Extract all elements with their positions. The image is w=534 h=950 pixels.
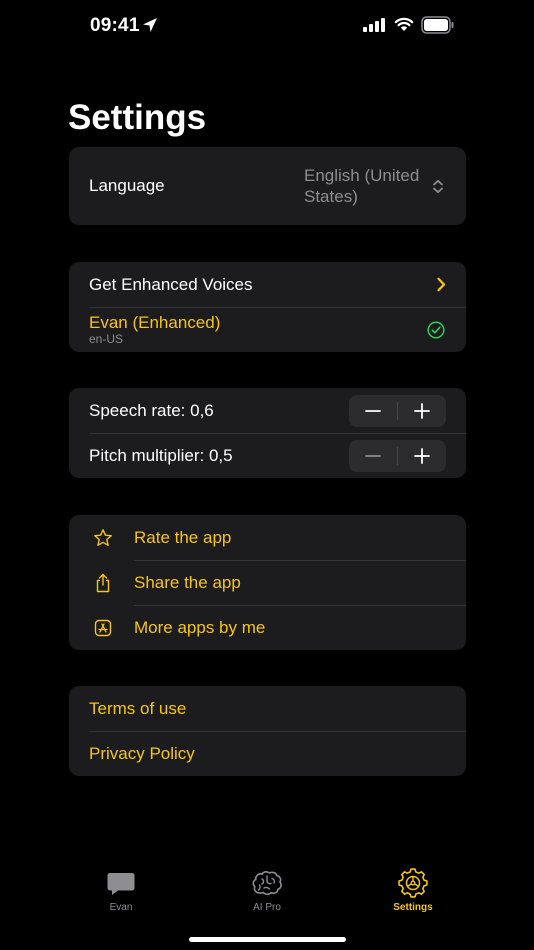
wifi-icon xyxy=(394,17,414,31)
gear-icon xyxy=(398,868,428,898)
get-enhanced-voices-label: Get Enhanced Voices xyxy=(89,274,253,294)
privacy-policy-link[interactable]: Privacy Policy xyxy=(89,744,195,764)
get-enhanced-voices-row[interactable]: Get Enhanced Voices xyxy=(69,262,466,307)
cellular-signal-icon xyxy=(363,18,385,32)
app-store-icon xyxy=(94,619,112,637)
language-label: Language xyxy=(89,176,165,195)
speech-rate-increment-button[interactable] xyxy=(398,395,446,427)
voice-locale: en-US xyxy=(89,332,124,346)
chevron-up-down-icon xyxy=(433,179,443,194)
language-group: Language English (United States) xyxy=(69,147,466,225)
battery-icon xyxy=(421,16,454,34)
speech-rate-row: Speech rate: 0,6 xyxy=(69,388,466,433)
chevron-right-icon xyxy=(437,277,446,292)
pitch-increment-button[interactable] xyxy=(398,440,446,472)
language-value: English (United States) xyxy=(304,166,420,206)
speech-rate-label: Speech rate: 0,6 xyxy=(89,400,214,420)
minus-icon xyxy=(365,410,381,412)
status-bar: 09:41 xyxy=(0,0,534,54)
more-apps-label: More apps by me xyxy=(134,617,266,637)
tab-label: AI Pro xyxy=(253,902,281,913)
pitch-multiplier-row: Pitch multiplier: 0,5 xyxy=(69,433,466,478)
pitch-multiplier-label: Pitch multiplier: 0,5 xyxy=(89,445,233,465)
rate-app-row[interactable]: Rate the app xyxy=(69,515,466,560)
actions-group: Rate the app Share the app More apps by … xyxy=(69,515,466,650)
tab-label: Evan xyxy=(109,902,133,913)
voices-group: Get Enhanced Voices Evan (Enhanced) en-U… xyxy=(69,262,466,352)
terms-of-use-row[interactable]: Terms of use xyxy=(69,686,466,731)
tab-label: Settings xyxy=(393,902,433,913)
page-title: Settings xyxy=(68,98,207,137)
home-indicator xyxy=(189,937,346,942)
tab-settings[interactable]: Settings xyxy=(368,868,458,913)
location-arrow-icon xyxy=(143,18,157,32)
tab-ai-pro[interactable]: AI Pro xyxy=(222,868,312,913)
pitch-multiplier-stepper xyxy=(349,440,446,472)
star-icon xyxy=(94,529,112,546)
brain-icon xyxy=(252,870,282,896)
selected-voice-row[interactable]: Evan (Enhanced) en-US xyxy=(69,307,466,352)
legal-group: Terms of use Privacy Policy xyxy=(69,686,466,776)
more-apps-row[interactable]: More apps by me xyxy=(69,605,466,650)
share-app-label: Share the app xyxy=(134,572,241,592)
tab-evan[interactable]: Evan xyxy=(76,868,166,913)
language-picker[interactable]: Language English (United States) xyxy=(69,147,466,225)
speech-rate-decrement-button[interactable] xyxy=(349,395,397,427)
speech-group: Speech rate: 0,6 Pitch multiplier: 0,5 xyxy=(69,388,466,478)
terms-of-use-link[interactable]: Terms of use xyxy=(89,699,186,719)
pitch-decrement-button[interactable] xyxy=(349,440,397,472)
rate-app-label: Rate the app xyxy=(134,527,232,547)
privacy-policy-row[interactable]: Privacy Policy xyxy=(69,731,466,776)
share-app-row[interactable]: Share the app xyxy=(69,560,466,605)
share-icon xyxy=(96,573,110,593)
speech-rate-stepper xyxy=(349,395,446,427)
voice-name: Evan (Enhanced) xyxy=(89,313,221,332)
plus-icon xyxy=(414,448,430,464)
plus-icon xyxy=(414,403,430,419)
chat-bubble-icon xyxy=(107,873,135,895)
minus-icon xyxy=(365,455,381,457)
checkmark-circle-icon xyxy=(427,321,445,339)
status-time: 09:41 xyxy=(90,15,140,36)
